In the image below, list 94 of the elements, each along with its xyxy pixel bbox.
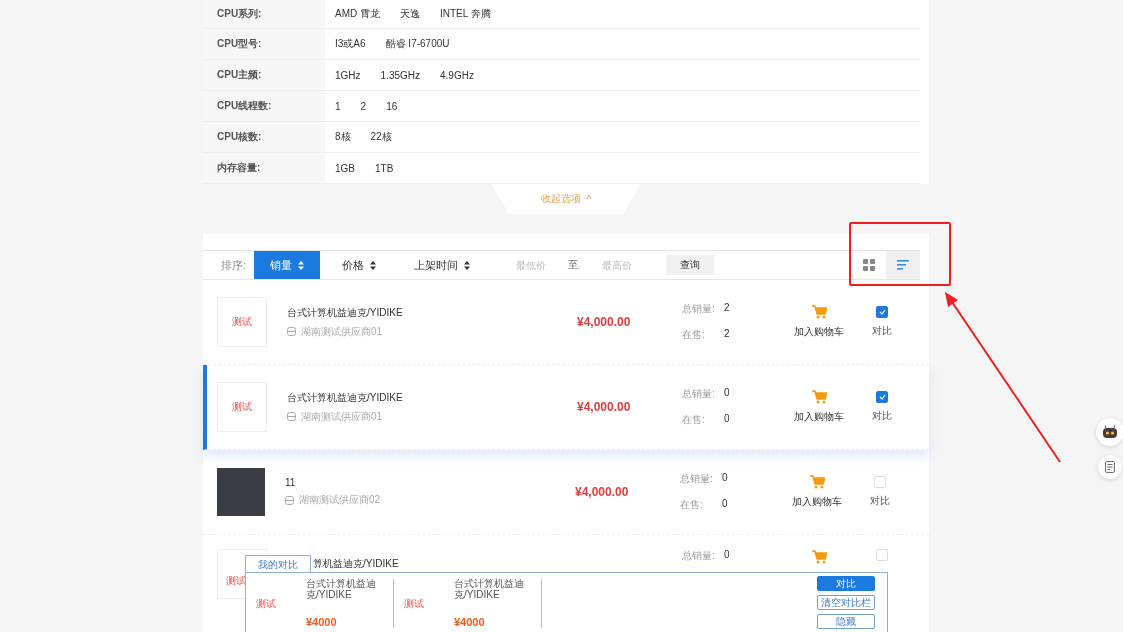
- filter-option[interactable]: 1TB: [375, 162, 394, 174]
- compare-label: 对比: [872, 324, 892, 338]
- min-price-field[interactable]: 最低价: [504, 258, 559, 272]
- filter-option[interactable]: AMD 霄龙: [335, 7, 380, 21]
- range-separator: 至: [568, 258, 579, 272]
- filter-option[interactable]: 16: [386, 100, 398, 112]
- filter-option[interactable]: 1.35GHz: [380, 69, 421, 81]
- compare-product-price: ¥4000: [306, 616, 338, 628]
- supplier-name: 湖南测试供应商01: [301, 409, 383, 424]
- on-sale-value: 0: [722, 498, 728, 511]
- filter-option[interactable]: 8核: [335, 130, 351, 144]
- list-view-button[interactable]: [886, 251, 920, 279]
- compare-product-price: ¥4000: [454, 616, 486, 628]
- filter-option[interactable]: 酷睿 I7-6700U: [385, 37, 450, 51]
- filter-option[interactable]: I3或A6: [335, 37, 366, 51]
- product-price: ¥4,000.00: [575, 485, 630, 499]
- compare-bar-button[interactable]: 隐藏: [817, 614, 875, 629]
- filter-label: CPU主频:: [203, 60, 325, 90]
- product-row[interactable]: 11 湖南测试供应商02 ¥4,000.00 总销量: 0 在售: 0 加入购物车 对比: [203, 450, 929, 535]
- filter-option[interactable]: 2: [360, 100, 367, 112]
- filter-option[interactable]: 1GHz: [335, 69, 361, 81]
- total-sales-label: 总销量:: [682, 387, 716, 401]
- sort-label: 排序:: [221, 257, 247, 273]
- shopping-cart-icon: [811, 305, 827, 319]
- product-name[interactable]: 台式计算机益迪克/YIDIKE: [287, 390, 577, 405]
- filter-label: 内存容量:: [203, 153, 325, 183]
- shopping-cart-icon: [811, 390, 827, 404]
- filter-label: CPU核数:: [203, 122, 325, 152]
- filter-option[interactable]: INTEL 奔腾: [440, 7, 491, 21]
- add-to-cart-button[interactable]: 加入购物车: [782, 474, 852, 510]
- supplier-name: 湖南测试供应商01: [301, 324, 383, 339]
- list-icon: [897, 260, 909, 270]
- product-thumbnail: 测试: [217, 297, 267, 347]
- product-price: ¥4,000.00: [577, 315, 632, 329]
- product-name[interactable]: 11: [285, 477, 575, 488]
- compare-product-name: 台式计算机益迪克/YIDIKE: [454, 579, 525, 600]
- sort-icon: [298, 260, 305, 270]
- on-sale-label: 在售:: [682, 413, 706, 427]
- compare-checkbox[interactable]: [876, 306, 888, 318]
- photo-placeholder: [217, 468, 265, 516]
- compare-checkbox[interactable]: [876, 391, 888, 403]
- filter-option[interactable]: 4.9GHz: [440, 69, 474, 81]
- on-sale-value: 0: [724, 413, 730, 426]
- max-price-field[interactable]: 最高价: [590, 258, 645, 272]
- on-sale-label: 在售:: [682, 328, 706, 342]
- robot-assistant-button[interactable]: [1096, 418, 1123, 446]
- sort-tab[interactable]: 价格: [326, 251, 393, 279]
- shopping-cart-icon: [809, 475, 825, 489]
- add-to-cart-button[interactable]: 加入购物车: [784, 304, 854, 340]
- sort-icon: [370, 260, 377, 270]
- store-icon: [285, 495, 294, 505]
- total-sales-value: 0: [724, 387, 730, 400]
- product-row[interactable]: 测试 台式计算机益迪克/YIDIKE 湖南测试供应商01 ¥4,000.00 总销量: 2 在售: 2 加入购物车 对比: [203, 280, 929, 365]
- filter-label: CPU线程数:: [203, 91, 325, 121]
- compare-label: 对比: [870, 494, 890, 508]
- supplier-name: 湖南测试供应商02: [299, 493, 381, 507]
- compare-bar-button[interactable]: 清空对比栏: [817, 595, 875, 610]
- store-icon: [287, 327, 296, 336]
- robot-icon: [1102, 425, 1118, 439]
- filter-option[interactable]: 22核: [370, 130, 392, 144]
- sort-tab[interactable]: 上架时间: [398, 251, 487, 279]
- total-sales-value: 0: [724, 549, 730, 562]
- shopping-cart-icon: [811, 550, 827, 564]
- store-icon: [287, 412, 296, 421]
- grid-icon: [863, 259, 875, 271]
- product-name[interactable]: 算机益迪克/YIDIKE: [313, 557, 577, 571]
- total-sales-label: 总销量:: [682, 549, 716, 563]
- notes-button[interactable]: [1098, 455, 1122, 479]
- compare-thumbnail: 测试: [404, 596, 424, 611]
- compare-thumbnail: 测试: [256, 596, 276, 611]
- filter-label: CPU型号:: [203, 29, 325, 59]
- compare-bar-button[interactable]: 对比: [817, 576, 875, 591]
- filter-option[interactable]: 1: [335, 100, 341, 112]
- on-sale-label: 在售:: [680, 498, 704, 512]
- sort-tab[interactable]: 销量: [254, 251, 321, 279]
- product-thumbnail: 测试: [217, 382, 267, 432]
- compare-product-name: 台式计算机益迪克/YIDIKE: [306, 579, 377, 600]
- document-icon: [1105, 461, 1115, 473]
- highlighted-product-row[interactable]: 测试 台式计算机益迪克/YIDIKE 湖南测试供应商01 ¥4,000.00 总销量: 0 在售: 0 加入购物车 对比: [203, 365, 929, 450]
- on-sale-value: 2: [724, 328, 730, 341]
- product-name[interactable]: 台式计算机益迪克/YIDIKE: [287, 305, 577, 320]
- total-sales-label: 总销量:: [680, 472, 714, 486]
- compare-label: 对比: [872, 409, 892, 423]
- total-sales-label: 总销量:: [682, 302, 716, 316]
- add-to-cart-button[interactable]: 加入购物车: [784, 389, 854, 425]
- filter-option[interactable]: 天逸: [400, 7, 420, 21]
- total-sales-value: 2: [724, 302, 730, 315]
- query-button[interactable]: 查询: [666, 255, 715, 275]
- filter-label: CPU系列:: [203, 0, 325, 28]
- filter-option[interactable]: 1GB: [335, 162, 355, 174]
- total-sales-value: 0: [722, 472, 728, 485]
- sort-icon: [464, 260, 471, 270]
- my-compare-tab[interactable]: 我的对比: [245, 555, 311, 573]
- product-price: ¥4,000.00: [577, 400, 632, 414]
